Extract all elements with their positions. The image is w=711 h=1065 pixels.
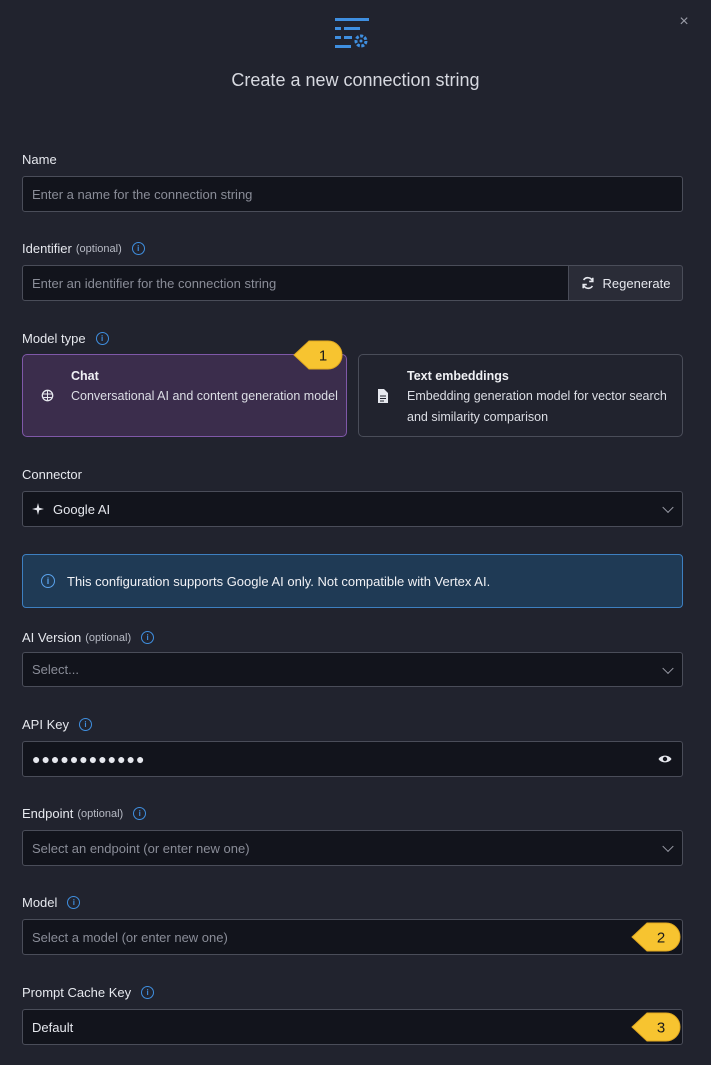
document-icon (378, 389, 388, 403)
identifier-input[interactable]: Enter an identifier for the connection s… (22, 265, 569, 301)
info-icon[interactable]: i (141, 986, 155, 999)
embeddings-title: Text embeddings (407, 369, 509, 383)
prompt-cache-key-label: Prompt Cache Key i (22, 985, 155, 1000)
ai-version-label: AI Version (optional) i (22, 630, 155, 645)
chevron-down-icon (662, 662, 674, 674)
endpoint-select[interactable]: Select an endpoint (or enter new one) (22, 830, 683, 866)
regenerate-button[interactable]: Regenerate (568, 265, 683, 301)
chevron-down-icon (662, 501, 674, 514)
callout-3: 3 (631, 1012, 681, 1042)
info-alert: i This configuration supports Google AI … (22, 554, 683, 608)
info-icon[interactable]: i (141, 631, 155, 644)
name-label: Name (22, 152, 57, 167)
callout-2: 2 (631, 922, 681, 952)
info-icon[interactable]: i (78, 718, 92, 731)
brain-icon (41, 389, 54, 402)
endpoint-label: Endpoint (optional) i (22, 806, 147, 821)
chevron-down-icon (662, 840, 674, 853)
model-type-embeddings-card[interactable]: Text embeddings Embedding generation mod… (358, 354, 683, 437)
refresh-icon (581, 276, 594, 290)
eye-icon[interactable] (658, 754, 672, 764)
svg-text:3: 3 (657, 1020, 665, 1037)
svg-text:1: 1 (319, 348, 327, 365)
embeddings-description: Embedding generation model for vector se… (407, 389, 667, 424)
model-input[interactable]: Select a model (or enter new one) (22, 919, 683, 955)
info-icon[interactable]: i (133, 807, 147, 820)
connector-label: Connector (22, 467, 82, 482)
dialog-title: Create a new connection string (231, 70, 480, 90)
close-button[interactable]: × (674, 12, 694, 32)
info-icon[interactable]: i (95, 332, 109, 345)
connector-select[interactable]: Google AI (22, 491, 683, 527)
svg-text:2: 2 (657, 930, 665, 947)
api-key-input[interactable]: ●●●●●●●●●●●● (22, 741, 683, 777)
ai-version-select[interactable]: Select... (22, 652, 683, 687)
callout-1: 1 (293, 340, 343, 370)
chat-title: Chat (71, 369, 99, 383)
model-label: Model i (22, 895, 81, 910)
settings-list-icon (335, 18, 369, 48)
api-key-label: API Key i (22, 717, 92, 732)
name-input[interactable]: Enter a name for the connection string (22, 176, 683, 212)
prompt-cache-key-input[interactable]: Default (22, 1009, 683, 1045)
chat-description: Conversational AI and content generation… (71, 389, 338, 403)
info-icon[interactable]: i (131, 242, 145, 255)
model-type-label: Model type i (22, 331, 109, 346)
identifier-label: Identifier (optional) i (22, 241, 145, 256)
info-icon: i (41, 574, 55, 588)
sparkle-icon (32, 503, 44, 515)
info-icon[interactable]: i (67, 896, 81, 909)
